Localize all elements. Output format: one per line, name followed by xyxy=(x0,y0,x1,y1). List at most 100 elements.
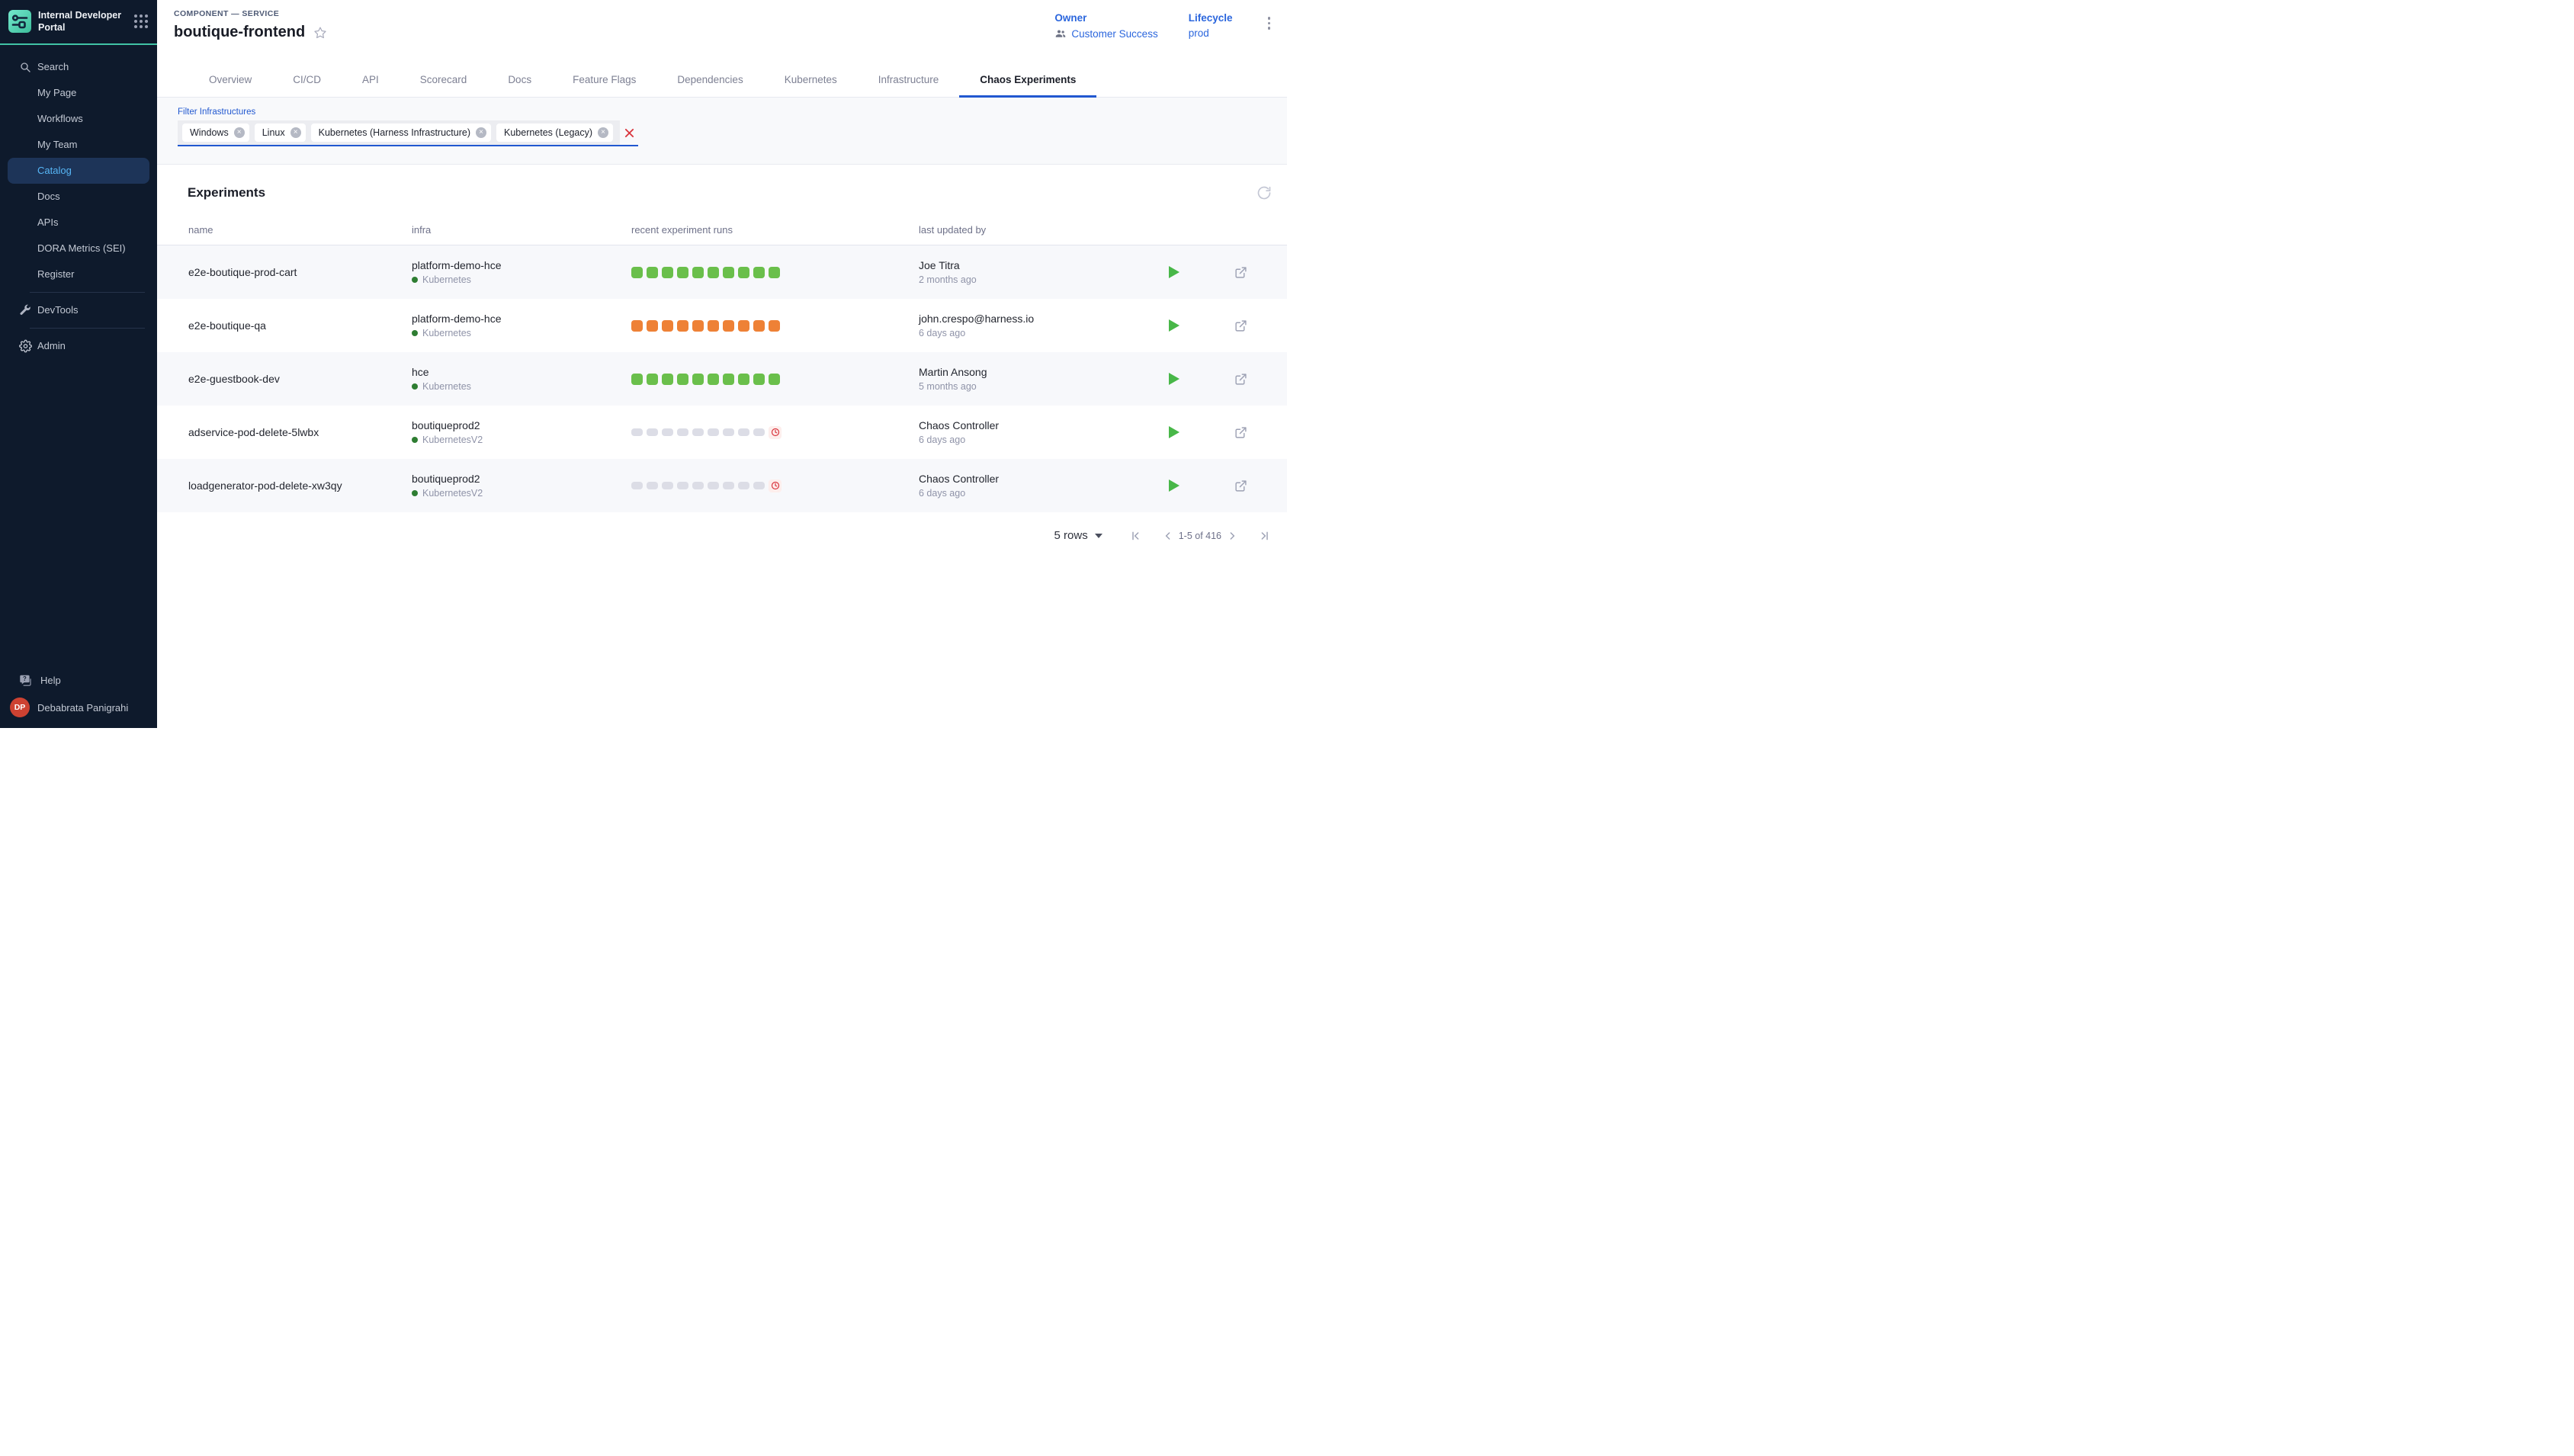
filter-chip-kubernetes-legacy[interactable]: Kubernetes (Legacy)× xyxy=(496,123,613,142)
user-menu[interactable]: DP Debabrata Panigrahi xyxy=(0,693,157,720)
run-block[interactable] xyxy=(708,482,719,489)
filter-chip-windows[interactable]: Windows× xyxy=(182,123,249,142)
open-in-new-icon[interactable] xyxy=(1234,373,1247,386)
run-block[interactable] xyxy=(631,428,643,436)
run-block[interactable] xyxy=(753,374,765,385)
run-block[interactable] xyxy=(647,320,658,332)
tab-dependencies[interactable]: Dependencies xyxy=(656,74,763,97)
sidebar-item-my-team[interactable]: My Team xyxy=(0,132,157,158)
run-block[interactable] xyxy=(738,320,749,332)
tab-feature-flags[interactable]: Feature Flags xyxy=(552,74,656,97)
run-block[interactable] xyxy=(738,267,749,278)
run-block[interactable] xyxy=(677,267,688,278)
run-experiment-button[interactable] xyxy=(1169,319,1179,332)
run-block[interactable] xyxy=(738,482,749,489)
filter-chip-kubernetes-harness-infrastructure[interactable]: Kubernetes (Harness Infrastructure)× xyxy=(311,123,491,142)
run-block[interactable] xyxy=(723,320,734,332)
run-block[interactable] xyxy=(708,320,719,332)
sidebar-item-docs[interactable]: Docs xyxy=(0,184,157,210)
prev-page-icon[interactable] xyxy=(1162,530,1174,542)
tab-infrastructure[interactable]: Infrastructure xyxy=(858,74,960,97)
run-block[interactable] xyxy=(769,374,780,385)
run-block[interactable] xyxy=(631,267,643,278)
tab-kubernetes[interactable]: Kubernetes xyxy=(764,74,858,97)
filter-chip-linux[interactable]: Linux× xyxy=(255,123,306,142)
run-block[interactable] xyxy=(647,267,658,278)
clear-filters-icon[interactable] xyxy=(620,128,638,138)
sidebar-item-devtools[interactable]: DevTools xyxy=(0,297,157,323)
run-block[interactable] xyxy=(769,267,780,278)
sidebar-item-register[interactable]: Register xyxy=(0,261,157,287)
sidebar-item-my-page[interactable]: My Page xyxy=(0,80,157,106)
overdue-clock-icon[interactable] xyxy=(769,479,782,492)
run-block[interactable] xyxy=(708,374,719,385)
sidebar-item-search[interactable]: Search xyxy=(0,54,157,80)
run-block[interactable] xyxy=(662,320,673,332)
run-block[interactable] xyxy=(738,428,749,436)
run-block[interactable] xyxy=(753,267,765,278)
tab-api[interactable]: API xyxy=(342,74,400,97)
open-in-new-icon[interactable] xyxy=(1234,319,1247,332)
run-block[interactable] xyxy=(738,374,749,385)
open-in-new-icon[interactable] xyxy=(1234,266,1247,279)
filter-input[interactable]: Windows× Linux× Kubernetes (Harness Infras… xyxy=(178,120,638,146)
run-block[interactable] xyxy=(647,428,658,436)
run-block[interactable] xyxy=(631,482,643,489)
run-block[interactable] xyxy=(677,428,688,436)
run-block[interactable] xyxy=(708,267,719,278)
run-block[interactable] xyxy=(677,482,688,489)
run-block[interactable] xyxy=(692,267,704,278)
rows-per-page-select[interactable]: 5 rows xyxy=(1054,529,1102,542)
sidebar-item-catalog[interactable]: Catalog xyxy=(8,158,149,184)
sidebar-item-help[interactable]: ? Help xyxy=(0,667,157,693)
run-block[interactable] xyxy=(662,428,673,436)
run-block[interactable] xyxy=(723,428,734,436)
tab-overview[interactable]: Overview xyxy=(188,74,272,97)
tab-docs[interactable]: Docs xyxy=(487,74,552,97)
run-block[interactable] xyxy=(692,374,704,385)
overdue-clock-icon[interactable] xyxy=(769,426,782,439)
run-block[interactable] xyxy=(662,374,673,385)
run-block[interactable] xyxy=(753,482,765,489)
tab-chaos-experiments[interactable]: Chaos Experiments xyxy=(959,74,1096,97)
next-page-icon[interactable] xyxy=(1226,530,1238,542)
run-block[interactable] xyxy=(631,374,643,385)
run-experiment-button[interactable] xyxy=(1169,426,1179,438)
chip-remove-icon[interactable]: × xyxy=(290,127,301,138)
run-experiment-button[interactable] xyxy=(1169,266,1179,278)
sidebar-item-workflows[interactable]: Workflows xyxy=(0,106,157,132)
run-block[interactable] xyxy=(692,428,704,436)
run-block[interactable] xyxy=(708,428,719,436)
filter-chips-area[interactable]: Windows× Linux× Kubernetes (Harness Infras… xyxy=(178,120,620,145)
last-page-icon[interactable] xyxy=(1258,530,1270,542)
sidebar-item-dora-metrics-sei[interactable]: DORA Metrics (SEI) xyxy=(0,236,157,261)
chip-remove-icon[interactable]: × xyxy=(598,127,608,138)
run-block[interactable] xyxy=(753,320,765,332)
kebab-menu-icon[interactable] xyxy=(1263,14,1276,33)
run-block[interactable] xyxy=(647,482,658,489)
run-block[interactable] xyxy=(677,320,688,332)
chip-remove-icon[interactable]: × xyxy=(234,127,245,138)
open-in-new-icon[interactable] xyxy=(1234,426,1247,439)
first-page-icon[interactable] xyxy=(1130,530,1142,542)
run-block[interactable] xyxy=(692,320,704,332)
run-block[interactable] xyxy=(723,267,734,278)
run-block[interactable] xyxy=(753,428,765,436)
run-experiment-button[interactable] xyxy=(1169,479,1179,492)
owner-link[interactable]: Customer Success xyxy=(1071,28,1157,40)
run-experiment-button[interactable] xyxy=(1169,373,1179,385)
app-grid-icon[interactable] xyxy=(134,14,148,28)
run-block[interactable] xyxy=(647,374,658,385)
tab-ci-cd[interactable]: CI/CD xyxy=(272,74,342,97)
run-block[interactable] xyxy=(662,482,673,489)
sidebar-item-apis[interactable]: APIs xyxy=(0,210,157,236)
run-block[interactable] xyxy=(769,320,780,332)
run-block[interactable] xyxy=(662,267,673,278)
run-block[interactable] xyxy=(631,320,643,332)
sidebar-item-admin[interactable]: Admin xyxy=(0,333,157,359)
tab-scorecard[interactable]: Scorecard xyxy=(400,74,488,97)
run-block[interactable] xyxy=(692,482,704,489)
filter-label[interactable]: Filter Infrastructures xyxy=(178,107,1287,117)
refresh-icon[interactable] xyxy=(1257,185,1272,200)
run-block[interactable] xyxy=(677,374,688,385)
